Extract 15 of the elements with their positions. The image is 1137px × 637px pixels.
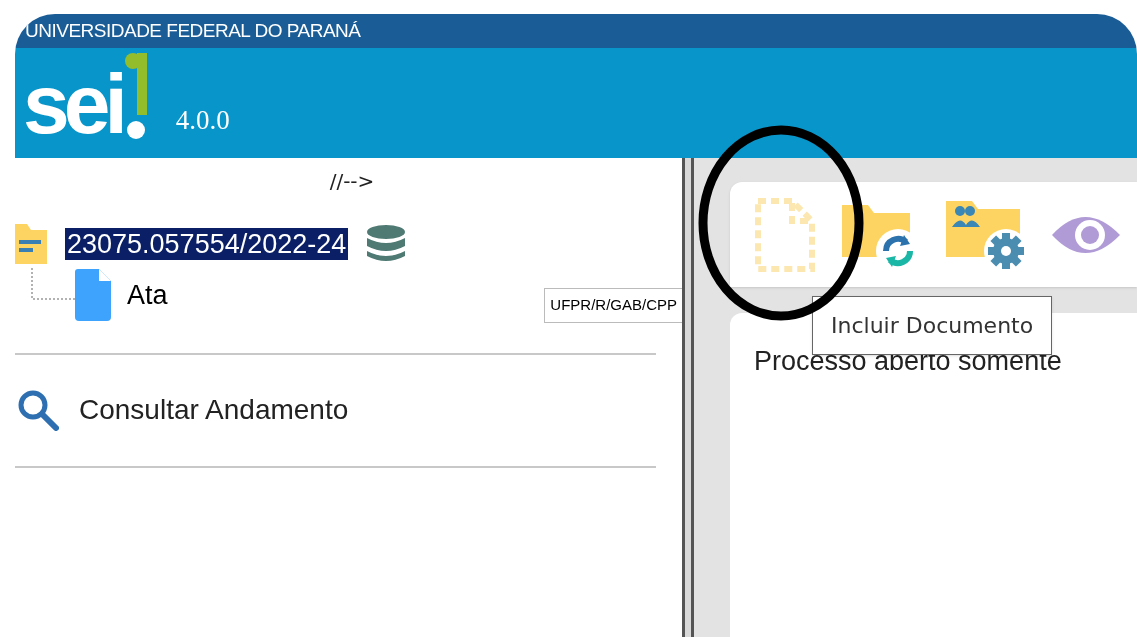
document-icon[interactable] [75,269,111,322]
consult-progress-link[interactable]: Consultar Andamento [15,354,683,466]
document-label[interactable]: Ata [127,275,168,316]
tree-connector [31,268,75,300]
search-icon [17,389,59,431]
logo-text: sei [23,66,122,142]
process-number[interactable]: 23075.057554/2022-24 [65,228,349,260]
database-icon [366,224,407,264]
exclamation-icon [123,52,148,140]
pane-splitter[interactable] [682,158,694,637]
institution-name: UNIVERSIDADE FEDERAL DO PARANÁ [25,18,361,43]
folder-icon[interactable] [15,224,47,264]
tree-toggle-link[interactable]: //--> [329,166,375,196]
version-label: 4.0.0 [175,103,230,137]
tooltip: Incluir Documento [812,296,1053,355]
